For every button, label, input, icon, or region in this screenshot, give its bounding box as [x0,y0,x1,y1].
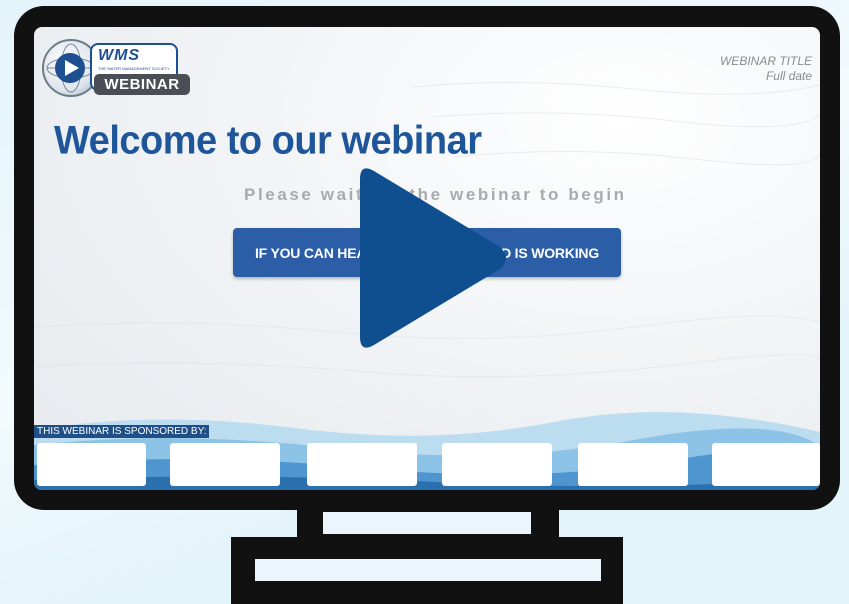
org-abbr: WMS [98,47,141,64]
monitor-neck-highlight [323,512,531,534]
wave-decoration [34,412,820,490]
webinar-meta: WEBINAR TITLE Full date [720,54,812,84]
webinar-date: Full date [765,69,812,83]
org-tagline: THE WATER MANAGEMENT SOCIETY [98,66,170,71]
sponsor-slot [170,443,280,486]
sponsor-slot [442,443,552,486]
monitor-base-highlight [255,559,601,581]
sponsor-label: THIS WEBINAR IS SPONSORED BY: [34,425,210,438]
webinar-title: WEBINAR TITLE [719,54,812,68]
welcome-heading: Welcome to our webinar [54,118,482,164]
sponsor-slot [578,443,688,486]
sponsor-slot [712,443,820,486]
webinar-badge: WEBINAR [94,74,190,95]
play-icon[interactable] [352,161,512,355]
sponsor-slot [307,443,417,486]
sponsor-slot [37,443,146,486]
wms-webinar-logo: WMS THE WATER MANAGEMENT SOCIETY WEBINAR [42,39,192,97]
